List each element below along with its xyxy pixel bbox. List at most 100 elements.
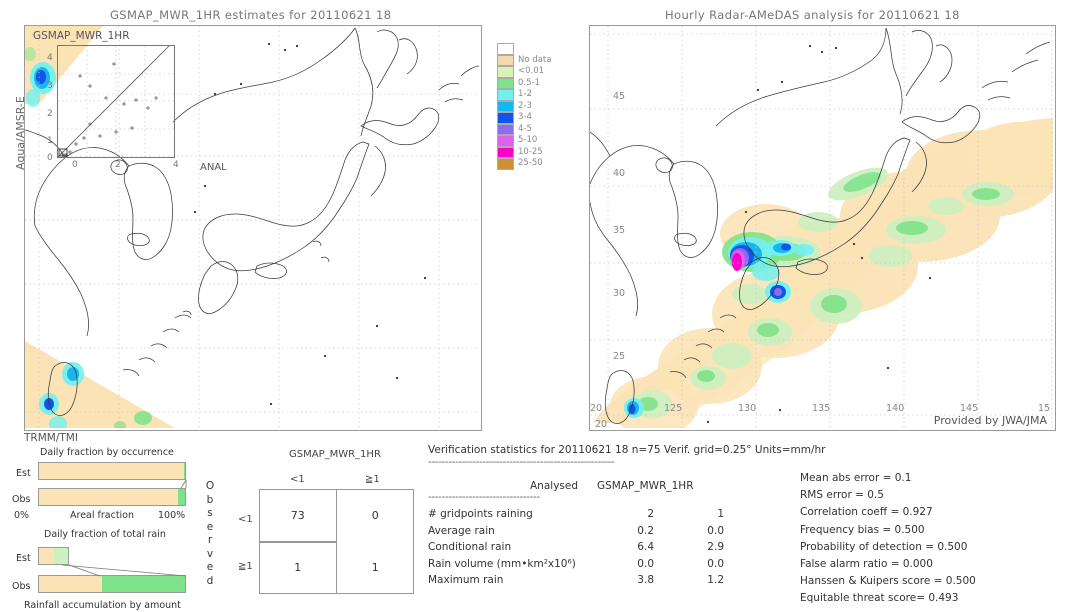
colorbar-label-0: No data bbox=[518, 54, 552, 65]
lat-tick-40: 40 bbox=[613, 168, 626, 179]
colorbar-row-2: <0.01 bbox=[497, 66, 551, 78]
lon-tick-135: 135 bbox=[812, 403, 831, 414]
colorbar-row-7: 4-5 bbox=[497, 123, 551, 135]
verification-row-name: Average rain bbox=[428, 524, 495, 537]
lon-tick-145: 145 bbox=[960, 403, 979, 414]
contingency-observed-label: Observed bbox=[204, 480, 216, 588]
bar-chart2-row1[interactable] bbox=[38, 575, 186, 593]
left-panel-title: GSMAP_MWR_1HR estimates for 20110621 18 bbox=[110, 8, 392, 22]
inset-scatter-plot[interactable] bbox=[57, 45, 175, 158]
right-map-panel[interactable]: Provided by JWA/JMA bbox=[589, 25, 1056, 431]
verification-row-model: 0.0 bbox=[707, 557, 724, 570]
verification-row: Rain volume (mm•km²x10⁶) 0.0 0.0 bbox=[428, 558, 768, 575]
bar-segment-1 bbox=[178, 489, 185, 505]
colorbar-row-5: 2-3 bbox=[497, 100, 551, 112]
colorbar-swatch-3 bbox=[497, 77, 514, 89]
bar-segment-0 bbox=[39, 489, 179, 505]
verification-scores: Mean abs error = 0.1 RMS error = 0.5 Corre… bbox=[800, 470, 976, 608]
inset-ytick-2: 2 bbox=[47, 109, 53, 119]
colorbar-row-10: 25-50 bbox=[497, 158, 551, 170]
colorbar-swatch-4 bbox=[497, 89, 514, 101]
verification-rule2: --------------------------------- bbox=[428, 491, 540, 503]
contingency-model-label: GSMAP_MWR_1HR bbox=[289, 449, 381, 460]
colorbar-label-1: <0.01 bbox=[518, 66, 545, 76]
verification-row: Maximum rain 3.8 1.2 bbox=[428, 574, 768, 591]
left-map-panel[interactable]: GSMAP_MWR_1HR 4 3 2 1 0 0 2 4 ANAL bbox=[24, 25, 482, 431]
observed-letter: b bbox=[206, 493, 214, 506]
inset-ytick-1: 1 bbox=[47, 136, 53, 146]
verification-col2-header: GSMAP_MWR_1HR bbox=[597, 480, 694, 492]
observed-letter: e bbox=[206, 520, 214, 533]
colorbar-label-3: 1-2 bbox=[518, 89, 532, 99]
colorbar-row-8: 5-10 bbox=[497, 135, 551, 147]
lat-tick-45: 45 bbox=[613, 91, 626, 102]
colorbar-row-9: 10-25 bbox=[497, 146, 551, 158]
lat-tick-30: 30 bbox=[613, 288, 626, 299]
observed-letter: d bbox=[206, 574, 214, 587]
colorbar-swatch-5 bbox=[497, 100, 514, 112]
colorbar-label-4: 2-3 bbox=[518, 100, 532, 111]
inset-scatter-graphic bbox=[58, 46, 174, 157]
colorbar-swatch-9 bbox=[497, 146, 514, 158]
inset-xtick-0: 0 bbox=[72, 160, 78, 170]
colorbar-label-6: 4-5 bbox=[518, 123, 532, 134]
bar-chart2-row0-label: Est bbox=[16, 553, 31, 564]
verification-score-1: RMS error = 0.5 bbox=[800, 489, 884, 502]
colorbar-legend[interactable]: No data <0.01 0.5-1 1-2 2-3 3-4 4-5 5-10 10-25 25… bbox=[497, 43, 551, 170]
contingency-col-header-1: ≧1 bbox=[365, 474, 380, 485]
verification-row-model: 2.9 bbox=[707, 541, 724, 554]
colorbar-swatch-7 bbox=[497, 123, 514, 135]
contingency-cell-00: 73 bbox=[290, 508, 305, 522]
colorbar-label-2: 0.5-1 bbox=[518, 77, 540, 88]
bar-chart1-connector bbox=[180, 479, 187, 489]
verification-row-model: 0.0 bbox=[707, 524, 724, 537]
inset-ytick-0: 0 bbox=[47, 153, 53, 163]
verification-score-2: Correlation coeff = 0.927 bbox=[800, 506, 933, 519]
contingency-cell-10: 1 bbox=[294, 561, 302, 575]
observed-letter: v bbox=[206, 547, 214, 560]
inset-xtick-4: 4 bbox=[173, 160, 179, 170]
bar-chart1-row1[interactable] bbox=[38, 488, 186, 506]
lat-tick-20: 20 bbox=[595, 419, 608, 430]
bar-chart2-caption: Rainfall accumulation by amount bbox=[24, 600, 181, 611]
verification-rows: # gridpoints raining 2 1 Average rain 0.2 0.0… bbox=[428, 508, 768, 591]
bar-chart2-row1-label: Obs bbox=[12, 581, 31, 592]
verification-row: Average rain 0.2 0.0 bbox=[428, 525, 768, 542]
colorbar-swatch-6 bbox=[497, 112, 514, 124]
verification-row-name: Rain volume (mm•km²x10⁶) bbox=[428, 557, 576, 570]
bar-chart1-axis-center: Areal fraction bbox=[70, 510, 135, 521]
right-panel-title: Hourly Radar-AMeDAS analysis for 2011062… bbox=[665, 8, 960, 22]
bar-chart1-axis-left: 0% bbox=[14, 510, 30, 521]
verification-row-analysed: 6.4 bbox=[637, 541, 654, 554]
colorbar-swatch-10 bbox=[497, 158, 514, 170]
colorbar-label-7: 5-10 bbox=[518, 135, 538, 145]
verification-row-analysed: 3.8 bbox=[637, 574, 654, 587]
verification-row: # gridpoints raining 2 1 bbox=[428, 508, 768, 525]
colorbar-swatch-1 bbox=[497, 54, 514, 66]
observed-letter: e bbox=[206, 561, 214, 573]
verification-score-6: Hanssen & Kuipers score = 0.500 bbox=[800, 575, 976, 588]
lat-tick-35: 35 bbox=[613, 225, 626, 236]
lon-tick-120: 20 bbox=[590, 403, 603, 414]
left-map-corner-label: GSMAP_MWR_1HR bbox=[33, 30, 130, 42]
right-map-graphic bbox=[590, 26, 1053, 428]
bar-chart1-row0-label: Est bbox=[16, 468, 31, 479]
contingency-cell-01: 0 bbox=[371, 508, 379, 522]
bar-chart2-title: Daily fraction of total rain bbox=[44, 529, 166, 540]
verification-row-analysed: 2 bbox=[647, 508, 654, 520]
lon-tick-150: 15 bbox=[1038, 403, 1051, 414]
observed-letter: r bbox=[207, 534, 213, 546]
verification-rule: ----------------------------------------… bbox=[428, 456, 615, 468]
observed-letter: s bbox=[207, 507, 213, 519]
verification-row-model: 1.2 bbox=[707, 574, 724, 587]
lon-tick-130: 130 bbox=[738, 403, 757, 414]
verification-score-3: Frequency bias = 0.500 bbox=[800, 523, 925, 536]
verification-row-name: Conditional rain bbox=[428, 541, 512, 554]
contingency-cell-11: 1 bbox=[371, 561, 379, 575]
bar-chart1-row0[interactable] bbox=[38, 462, 186, 480]
verification-row-analysed: 0.2 bbox=[637, 524, 654, 537]
inset-x-axis-label: ANAL bbox=[200, 162, 227, 173]
bar-chart1-title: Daily fraction by occurrence bbox=[40, 447, 174, 458]
colorbar-row-6: 3-4 bbox=[497, 112, 551, 124]
inset-ytick-4: 4 bbox=[47, 53, 53, 63]
